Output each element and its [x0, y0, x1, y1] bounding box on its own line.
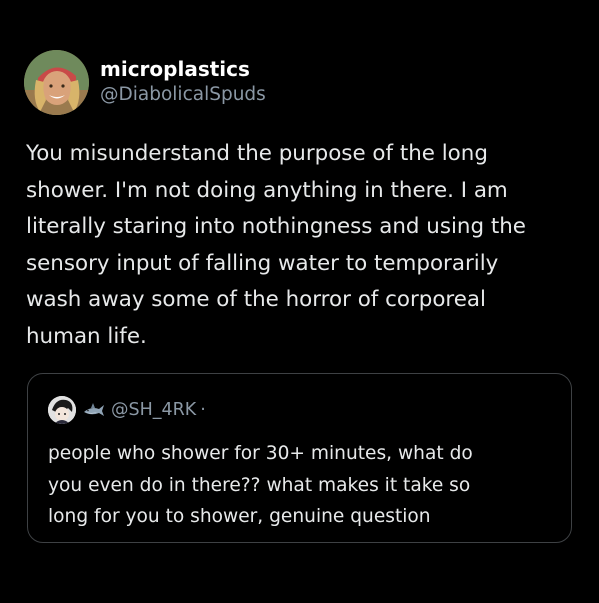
- tweet[interactable]: microplastics @DiabolicalSpuds You misun…: [0, 0, 599, 603]
- author-names: microplastics @DiabolicalSpuds: [100, 56, 266, 108]
- display-name[interactable]: microplastics: [100, 56, 266, 82]
- quoted-tweet-header: @SH_4RK ·: [48, 396, 334, 424]
- profile-photo-icon: [48, 396, 76, 424]
- quoted-handle[interactable]: @SH_4RK: [111, 400, 196, 420]
- quoted-tweet-text: people who shower for 30+ minutes, what …: [48, 443, 473, 527]
- quoted-avatar[interactable]: [48, 396, 76, 424]
- profile-photo-icon: [24, 50, 89, 115]
- tweet-header: microplastics @DiabolicalSpuds: [24, 50, 266, 115]
- shark-emoji-icon: [84, 403, 104, 416]
- avatar[interactable]: [24, 50, 89, 115]
- tweet-text: You misunderstand the purpose of the lon…: [26, 141, 526, 349]
- redacted-area: [214, 403, 334, 417]
- author-handle[interactable]: @DiabolicalSpuds: [100, 82, 266, 108]
- quoted-tweet[interactable]: @SH_4RK · people who shower for 30+ minu…: [27, 373, 572, 543]
- quoted-separator: ·: [200, 400, 206, 420]
